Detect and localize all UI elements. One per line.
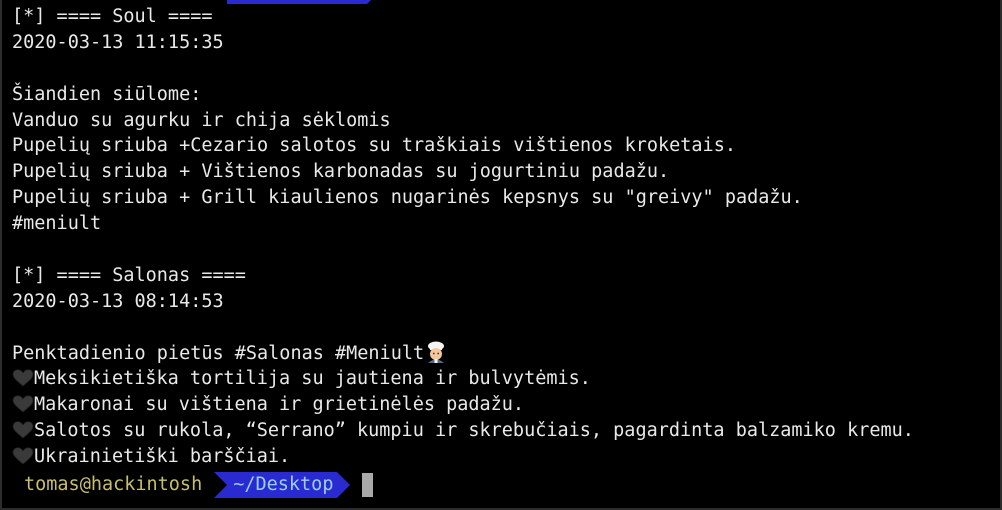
salonas-item-text: Meksikietiška tortilija su jautiena ir b… — [34, 368, 591, 390]
prompt-user-host: tomas@hackintosh — [12, 472, 215, 498]
output-line-soul-item: Pupelių sriuba + Grill kiaulienos nugari… — [12, 187, 803, 209]
output-line-salonas-item: Meksikietiška tortilija su jautiena ir b… — [12, 366, 997, 392]
prompt-cwd: ~/Desktop — [227, 472, 338, 498]
output-line-salonas-intro: Penktadienio pietūs #Salonas #Meniult — [12, 341, 997, 367]
salonas-intro-text: Penktadienio pietūs #Salonas #Meniult — [12, 342, 425, 364]
output-line-soul-intro: Šiandien siūlome: — [12, 83, 202, 105]
output-line-soul-item: Pupelių sriuba +Cezario salotos su trašk… — [12, 135, 736, 157]
black-heart-icon — [12, 421, 34, 439]
output-line-soul-hashtag: #meniult — [12, 213, 102, 235]
black-heart-icon — [12, 395, 34, 413]
shell-prompt[interactable]: tomas@hackintosh ~/Desktop — [12, 472, 374, 498]
black-heart-icon — [12, 447, 34, 465]
salonas-item-text: Makaronai su vištiena ir grietinėlės pad… — [34, 394, 525, 416]
salonas-item-text: Salotos su rukola, “Serrano” kumpiu ir s… — [34, 420, 914, 442]
prompt-cwd-segment: ~/Desktop — [214, 472, 351, 498]
output-line-soul-timestamp: 2020-03-13 11:15:35 — [12, 31, 224, 53]
powerline-arrow-in — [214, 472, 228, 498]
output-line-soul-header: [*] ==== Soul ==== — [12, 6, 213, 27]
terminal-window[interactable]: [*] ==== Soul ==== 2020-03-13 11:15:35 Š… — [0, 0, 1002, 510]
output-line-salonas-header: [*] ==== Salonas ==== — [12, 264, 246, 286]
chef-icon — [424, 341, 448, 363]
output-line-salonas-item: Makaronai su vištiena ir grietinėlės pad… — [12, 392, 997, 418]
output-line-salonas-item: Salotos su rukola, “Serrano” kumpiu ir s… — [12, 418, 997, 444]
output-line-salonas-item: Ukrainietiški barščiai. — [12, 444, 997, 470]
black-heart-icon — [12, 369, 34, 387]
output-line-blank — [12, 56, 997, 82]
output-line-soul-item: Vanduo su agurku ir chija sėklomis — [12, 109, 391, 131]
powerline-arrow-out — [337, 472, 351, 498]
output-line-salonas-timestamp: 2020-03-13 08:14:53 — [12, 290, 224, 312]
output-line-blank — [12, 315, 997, 341]
output-line-soul-item: Pupelių sriuba + Vištienos karbonadas su… — [12, 161, 670, 183]
text-cursor[interactable] — [362, 473, 374, 497]
salonas-item-text: Ukrainietiški barščiai. — [34, 446, 291, 468]
terminal-output: [*] ==== Soul ==== 2020-03-13 11:15:35 Š… — [12, 4, 997, 470]
output-line-blank — [12, 237, 997, 263]
